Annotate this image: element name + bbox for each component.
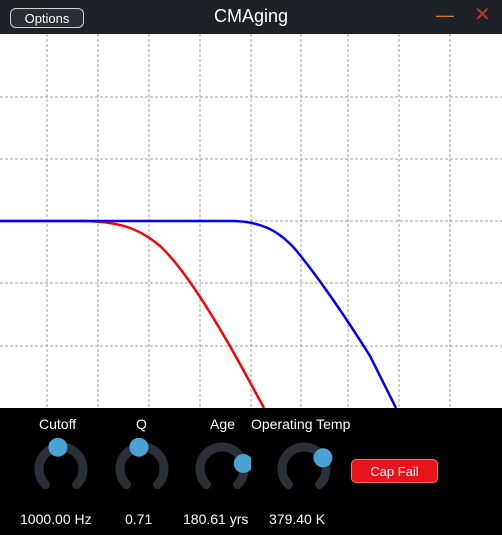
knob-indicator [313,448,333,468]
knob-graphic [34,437,88,490]
age-value: 180.61 yrs [183,511,249,527]
knob-graphic [277,442,333,490]
cutoff-value: 1000.00 Hz [20,511,92,527]
q-label: Q [136,416,147,432]
aged-response-curve [0,219,266,408]
title-bar: Options CMAging — ✕ [0,0,502,34]
controls-panel: Cutoff Q Age Operating Temp Cap Fail 100… [0,408,502,535]
knob-graphic [115,437,169,490]
cutoff-label: Cutoff [39,416,77,432]
plugin-window: Options CMAging — ✕ Cutoff Q Age Operati… [0,0,502,535]
nominal-response-curve [0,219,398,408]
age-label: Age [210,416,235,432]
knob-indicator [129,437,149,457]
operating-temp-label: Operating Temp [251,416,351,432]
cutoff-knob[interactable] [32,437,90,496]
q-value: 0.71 [125,511,153,527]
age-knob[interactable] [193,438,253,496]
window-title: CMAging [213,6,289,26]
operating-temp-knob[interactable] [275,438,333,496]
frequency-response-plot [0,34,502,408]
knob-graphic [195,442,253,490]
q-knob[interactable] [113,437,171,496]
operating-temp-value: 379.40 K [269,511,326,527]
cap-fail-button[interactable]: Cap Fail [351,459,438,483]
close-icon[interactable]: ✕ [474,4,491,26]
knob-indicator [48,437,68,457]
minimize-icon[interactable]: — [436,4,454,26]
response-graph [0,34,502,408]
